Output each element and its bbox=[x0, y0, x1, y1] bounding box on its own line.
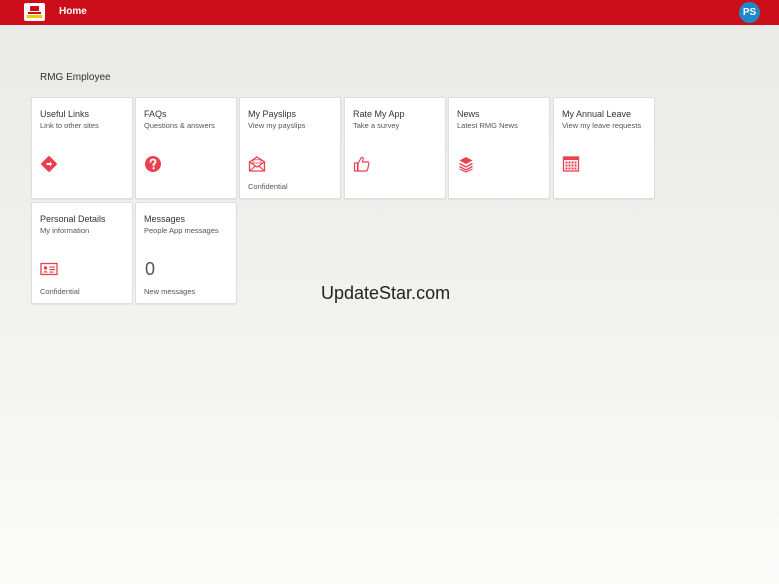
tile-footer: New messages bbox=[144, 287, 196, 296]
tile-title: Rate My App bbox=[353, 109, 405, 119]
tile-rate-my-app[interactable]: Rate My App Take a survey bbox=[344, 97, 446, 199]
tile-subtitle: Link to other sites bbox=[40, 121, 99, 130]
section-title: RMG Employee bbox=[40, 72, 111, 83]
home-nav-link[interactable]: Home bbox=[59, 6, 87, 17]
tile-my-payslips[interactable]: My Payslips View my payslips Confidentia… bbox=[239, 97, 341, 199]
envelope-icon bbox=[248, 155, 266, 173]
question-icon bbox=[144, 155, 162, 173]
signpost-icon bbox=[40, 155, 58, 173]
tile-messages[interactable]: Messages People App messages 0 New messa… bbox=[135, 202, 237, 304]
tile-title: My Annual Leave bbox=[562, 109, 632, 119]
news-stack-icon bbox=[457, 155, 475, 173]
tile-title: Useful Links bbox=[40, 109, 90, 119]
tile-subtitle: Latest RMG News bbox=[457, 121, 518, 130]
tile-footer: Confidential bbox=[40, 287, 80, 296]
thumbs-up-icon bbox=[353, 155, 371, 173]
tile-subtitle: View my payslips bbox=[248, 121, 306, 130]
royal-mail-logo[interactable] bbox=[24, 3, 45, 21]
tile-subtitle: People App messages bbox=[144, 226, 219, 235]
tile-subtitle: My information bbox=[40, 226, 90, 235]
tile-my-annual-leave[interactable]: My Annual Leave View my leave requests bbox=[553, 97, 655, 199]
tile-subtitle: View my leave requests bbox=[562, 121, 642, 130]
tile-subtitle: Take a survey bbox=[353, 121, 400, 130]
tile-subtitle: Questions & answers bbox=[144, 121, 215, 130]
tile-personal-details[interactable]: Personal Details My information Confiden… bbox=[31, 202, 133, 304]
tile-title: News bbox=[457, 109, 480, 119]
tile-title: Messages bbox=[144, 214, 186, 224]
tile-news[interactable]: News Latest RMG News bbox=[448, 97, 550, 199]
tile-title: My Payslips bbox=[248, 109, 297, 119]
tile-faqs[interactable]: FAQs Questions & answers bbox=[135, 97, 237, 199]
id-card-icon bbox=[40, 260, 58, 278]
watermark-text: UpdateStar.com bbox=[321, 283, 451, 303]
calendar-icon bbox=[562, 155, 580, 173]
message-count: 0 bbox=[145, 259, 156, 279]
tile-footer: Confidential bbox=[248, 182, 288, 191]
tile-title: Personal Details bbox=[40, 214, 106, 224]
tile-useful-links[interactable]: Useful Links Link to other sites bbox=[31, 97, 133, 199]
user-avatar[interactable]: PS bbox=[739, 2, 760, 23]
tile-title: FAQs bbox=[144, 109, 167, 119]
top-bar: Home PS bbox=[0, 0, 779, 25]
